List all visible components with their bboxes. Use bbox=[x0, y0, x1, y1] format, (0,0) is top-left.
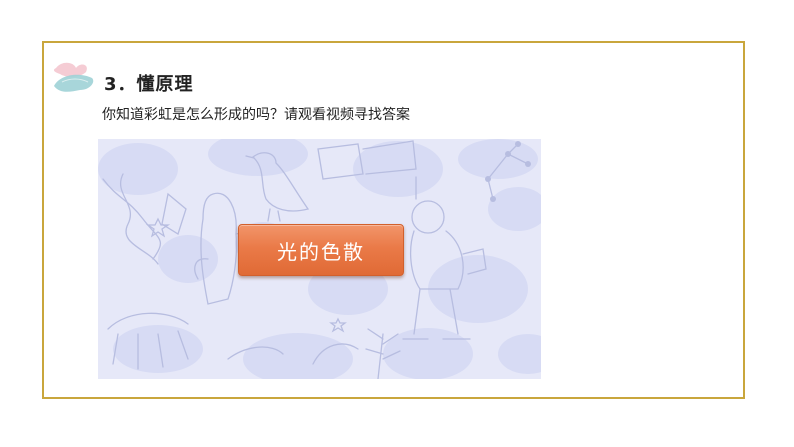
question-text: 你知道彩虹是怎么形成的吗？请观看视频寻找答案 bbox=[102, 107, 410, 123]
section-title: 3．懂原理 bbox=[104, 74, 194, 95]
video-thumbnail[interactable]: 光的色散 bbox=[98, 139, 541, 379]
light-dispersion-play-button[interactable]: 光的色散 bbox=[238, 224, 404, 276]
brush-stroke-icon bbox=[50, 58, 98, 98]
slide: 3．懂原理 你知道彩虹是怎么形成的吗？请观看视频寻找答案 光的色散 bbox=[0, 0, 794, 447]
